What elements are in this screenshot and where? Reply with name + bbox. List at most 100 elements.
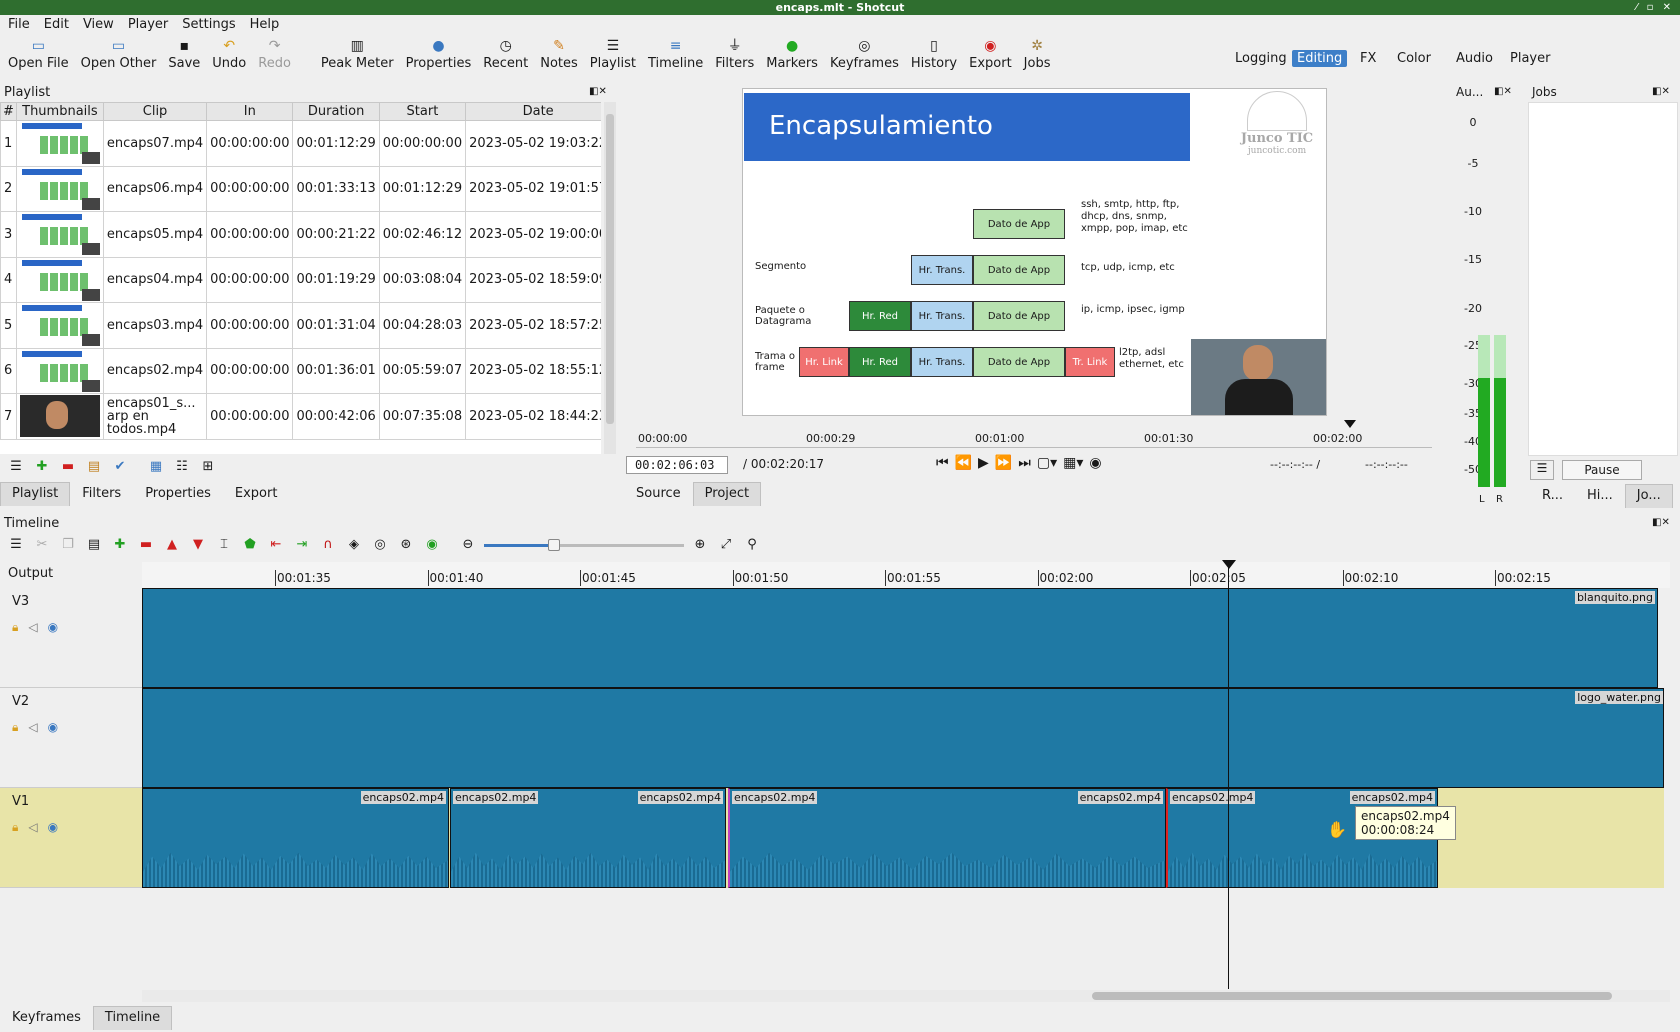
menu-edit[interactable]: Edit — [44, 17, 69, 32]
visibility-icon[interactable]: ◉ — [48, 720, 58, 735]
playlist-row[interactable]: 4 encaps04.mp4 00:00:00:00 00:01:19:29 00:03… — [0, 256, 601, 303]
workspace-fx[interactable]: FX — [1355, 50, 1381, 67]
menu-player[interactable]: Player — [128, 17, 168, 32]
paste-icon[interactable]: ▤ — [84, 537, 104, 552]
zoom-slider[interactable] — [484, 538, 684, 552]
remove-icon[interactable]: ▬ — [58, 459, 78, 474]
ripple-markers-icon[interactable]: ◉ — [422, 537, 442, 552]
clip-v1-1[interactable]: encaps02.mp4 — [142, 788, 449, 888]
zoom-out-icon[interactable]: ⊖ — [458, 537, 478, 552]
output-label[interactable]: Output — [0, 562, 142, 588]
playlist-button[interactable]: ☰ Playlist — [584, 36, 642, 71]
split-icon[interactable]: ⌶ — [214, 537, 234, 552]
save-button[interactable]: ▪ Save — [162, 36, 206, 71]
next-marker-icon[interactable]: ⇥ — [292, 537, 312, 552]
menu-view[interactable]: View — [83, 17, 114, 32]
zoom-slider-handle[interactable] — [548, 538, 560, 551]
ripple-icon[interactable]: ◎ — [370, 537, 390, 552]
col-start[interactable]: Start — [378, 102, 467, 121]
fast-forward-icon[interactable]: ⏩ — [995, 455, 1012, 471]
playlist-row[interactable]: 5 encaps03.mp4 00:00:00:00 00:01:31:04 00:04… — [0, 302, 601, 349]
history-button[interactable]: ▯ History — [905, 36, 963, 71]
lock-icon[interactable]: 🔒︎ — [12, 820, 18, 835]
view-details-icon[interactable]: ▦ — [146, 459, 166, 474]
playlist-row[interactable]: 3 encaps05.mp4 00:00:00:00 00:00:21:22 00:02… — [0, 211, 601, 258]
skip-next-icon[interactable]: ⏭ — [1018, 455, 1031, 471]
overwrite-icon[interactable]: ▼ — [188, 537, 208, 552]
mute-icon[interactable]: ◁ — [28, 620, 37, 635]
tab-properties[interactable]: Properties — [133, 482, 223, 506]
clip-logo-water[interactable]: logo_water.png — [142, 688, 1664, 788]
update-icon[interactable]: ▤ — [84, 459, 104, 474]
tab-source[interactable]: Source — [624, 482, 693, 506]
timeline-scroll-thumb[interactable] — [1092, 992, 1612, 1000]
mute-icon[interactable]: ◁ — [28, 820, 37, 835]
marker-add-icon[interactable]: ⬟ — [240, 537, 260, 552]
scrub-icon[interactable]: ◈ — [344, 537, 364, 552]
add-icon[interactable]: ✚ — [32, 459, 52, 474]
prev-marker-icon[interactable]: ⇤ — [266, 537, 286, 552]
timeline-playhead[interactable] — [1222, 560, 1236, 569]
snap-icon[interactable]: ∩ — [318, 537, 338, 552]
panel-float-close-icon[interactable]: ◧✕ — [589, 86, 607, 97]
audio-panel-float-close-icon[interactable]: ◧✕ — [1494, 86, 1512, 97]
recent-button[interactable]: ◷ Recent — [477, 36, 534, 71]
visibility-icon[interactable]: ◉ — [48, 620, 58, 635]
jobs-button[interactable]: ✲ Jobs — [1018, 36, 1057, 71]
menu-file[interactable]: File — [8, 17, 30, 32]
notes-button[interactable]: ✎ Notes — [534, 36, 584, 71]
jobs-menu-icon[interactable]: ☰ — [1530, 460, 1554, 480]
viewer-playhead[interactable] — [1344, 420, 1356, 428]
tab-project[interactable]: Project — [692, 482, 762, 506]
open-file-button[interactable]: ▭ Open File — [0, 36, 75, 71]
rewind-icon[interactable]: ⏪ — [955, 455, 972, 471]
copy-icon[interactable]: ❐ — [58, 537, 78, 552]
playlist-row[interactable]: 6 encaps02.mp4 00:00:00:00 00:01:36:01 00:05… — [0, 347, 601, 394]
visibility-icon[interactable]: ◉ — [48, 820, 58, 835]
markers-button[interactable]: ● Markers — [760, 36, 824, 71]
mute-icon[interactable]: ◁ — [28, 720, 37, 735]
clip-v1-3[interactable]: encaps02.mp4 encaps02.mp4 — [728, 788, 1166, 888]
workspace-editing[interactable]: Editing — [1292, 50, 1348, 67]
playlist-row[interactable]: 7 encaps01_s... arp en todos.mp4 00:00:00:… — [0, 393, 601, 440]
check-icon[interactable]: ✔ — [110, 459, 130, 474]
jobs-float-close-icon[interactable]: ◧✕ — [1652, 86, 1670, 97]
timeline-menu-icon[interactable]: ☰ — [6, 537, 26, 552]
workspace-audio[interactable]: Audio — [1451, 50, 1498, 67]
tab-export[interactable]: Export — [223, 482, 290, 506]
tab-history[interactable]: Hi... — [1575, 484, 1625, 508]
play-icon[interactable]: ▶ — [978, 455, 989, 471]
col-date[interactable]: Date — [465, 102, 601, 121]
record-audio-icon[interactable]: ⚲ — [742, 537, 762, 552]
zoom-fit-icon[interactable]: ⤢ — [716, 537, 736, 552]
clip-v1-2[interactable]: encaps02.mp4 encaps02.mp4 — [450, 788, 726, 888]
zoom-dropdown-icon[interactable]: ▢▾ — [1037, 455, 1057, 471]
playlist-scroll-thumb[interactable] — [606, 114, 614, 424]
undo-button[interactable]: ↶ Undo — [206, 36, 252, 71]
export-button[interactable]: ◉ Export — [963, 36, 1018, 71]
timeline-float-close-icon[interactable]: ◧✕ — [1652, 517, 1670, 528]
timeline-scrollbar[interactable] — [142, 990, 1670, 1002]
lock-icon[interactable]: 🔒︎ — [12, 620, 18, 635]
peak-meter-button[interactable]: ▥ Peak Meter — [315, 36, 400, 71]
keyframes-button[interactable]: ◎ Keyframes — [824, 36, 905, 71]
workspace-color[interactable]: Color — [1392, 50, 1436, 67]
lock-icon[interactable]: 🔒︎ — [12, 720, 18, 735]
tab-timeline[interactable]: Timeline — [92, 1006, 173, 1030]
tab-filters[interactable]: Filters — [70, 482, 133, 506]
cut-icon[interactable]: ✂ — [32, 537, 52, 552]
col-number[interactable]: # — [0, 102, 17, 121]
viewer-ruler[interactable]: 00:00:00 00:00:29 00:01:00 00:01:30 00:0… — [636, 420, 1432, 448]
playlist-scrollbar[interactable] — [604, 102, 616, 454]
grid-dropdown-icon[interactable]: ▦▾ — [1063, 455, 1083, 471]
tab-recent[interactable]: R... — [1530, 484, 1575, 508]
track-head-v1[interactable]: V1 🔒︎ ◁ ◉ — [0, 788, 142, 888]
tab-jobs[interactable]: Jo... — [1624, 484, 1673, 508]
timecode-field[interactable]: 00:02:06:03 — [626, 456, 728, 474]
col-clip[interactable]: Clip — [102, 102, 208, 121]
lift-icon[interactable]: ▲ — [162, 537, 182, 552]
playlist-row[interactable]: 2 encaps06.mp4 00:00:00:00 00:01:33:13 00:01… — [0, 165, 601, 212]
clip-blanquito[interactable]: blanquito.png — [142, 588, 1658, 688]
col-thumbnails[interactable]: Thumbnails — [15, 102, 104, 121]
redo-button[interactable]: ↷ Redo — [252, 36, 297, 71]
